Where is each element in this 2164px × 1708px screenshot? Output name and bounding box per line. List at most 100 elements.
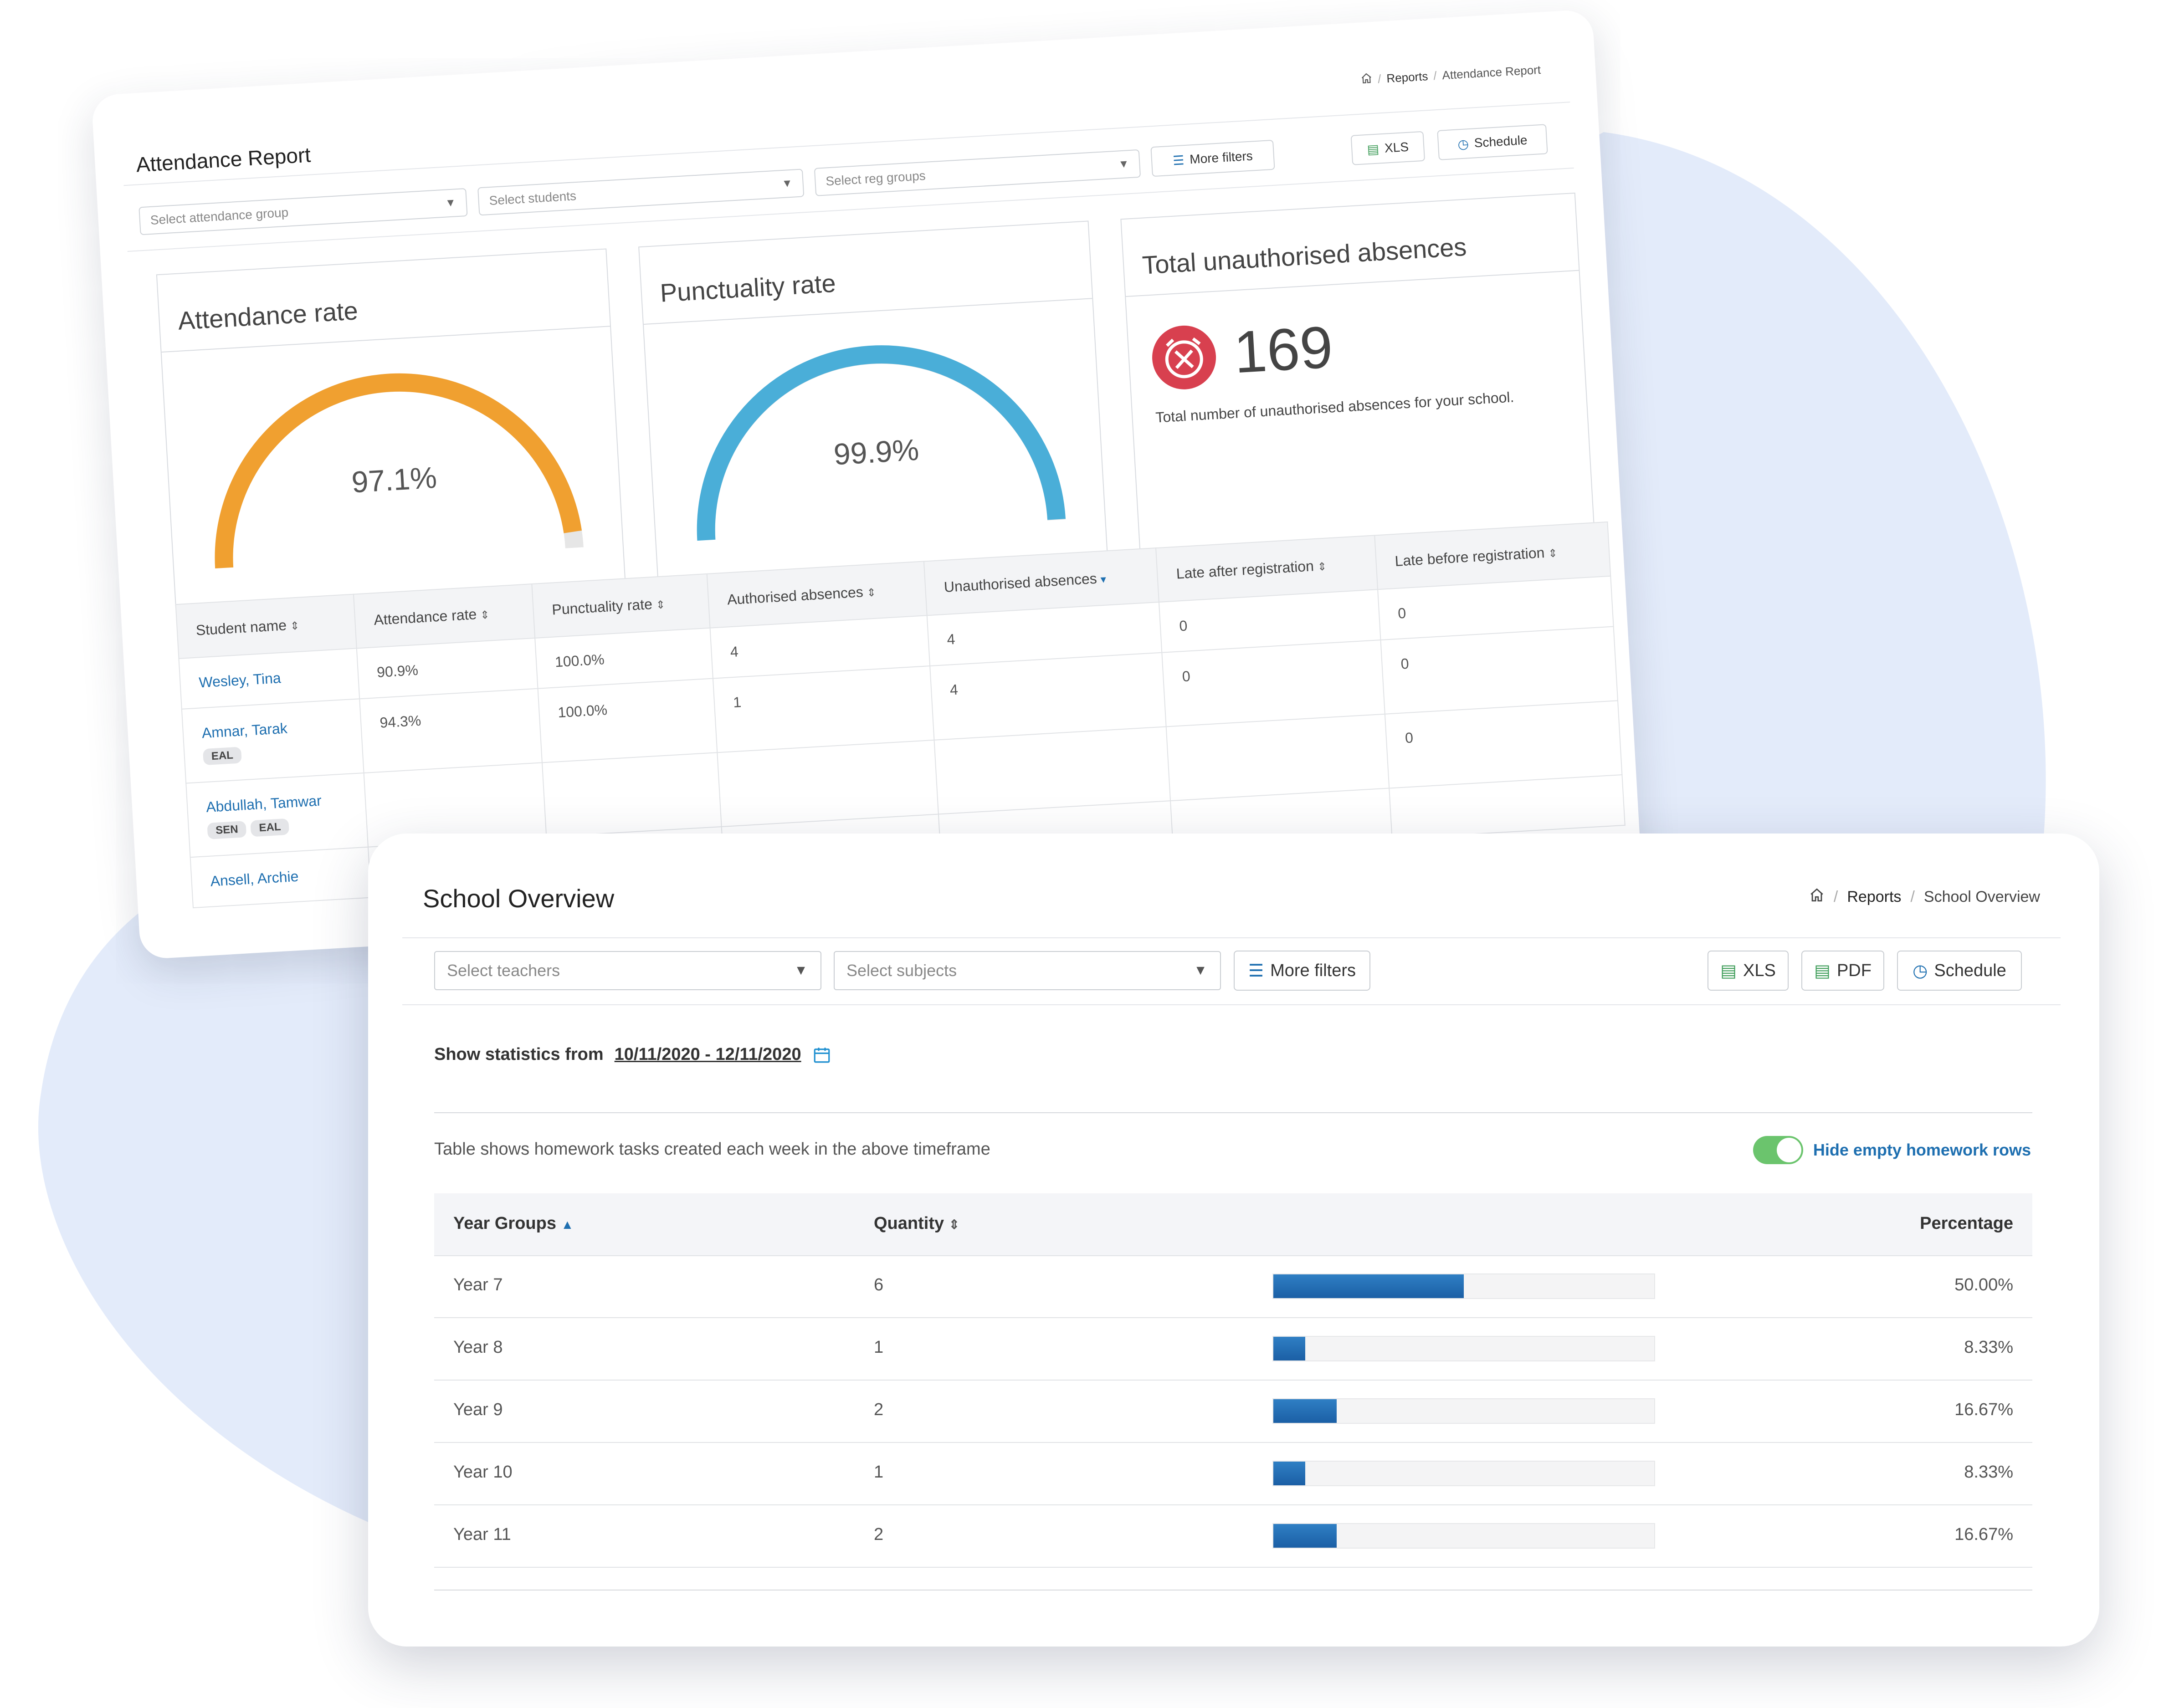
- header-label: Unauthorised absences: [943, 570, 1097, 596]
- header-label: Late before registration: [1394, 544, 1545, 569]
- hide-empty-rows-label[interactable]: Hide empty homework rows: [1813, 1140, 2031, 1160]
- hide-empty-rows-toggle[interactable]: [1753, 1136, 1803, 1164]
- student-name-cell: Amnar, Tarak EAL: [181, 699, 364, 783]
- table-cell: 0: [1162, 640, 1385, 727]
- page-title: Attendance Report: [135, 143, 312, 177]
- breadcrumb-separator: /: [1910, 888, 1915, 905]
- students-placeholder: Select students: [488, 189, 577, 208]
- table-row: Year 9 2 16.67%: [434, 1380, 2032, 1443]
- student-name-link[interactable]: Abdullah, Tamwar: [205, 791, 347, 816]
- eal-badge: EAL: [250, 818, 290, 837]
- year-group-cell: Year 10: [453, 1463, 513, 1482]
- quantity-cell: 6: [874, 1275, 884, 1294]
- attendance-rate-value: 97.1%: [350, 460, 438, 499]
- breadcrumb-current: Attendance Report: [1441, 62, 1541, 82]
- student-name-cell: Abdullah, Tamwar SEN EAL: [186, 772, 369, 858]
- table-row: Year 11 2 16.67%: [434, 1505, 2032, 1568]
- attendance-group-select[interactable]: Select attendance group ▼: [138, 188, 468, 235]
- sort-icon: ⇕: [1548, 547, 1558, 560]
- sort-icon: ⇕: [480, 609, 490, 622]
- student-name-link[interactable]: Ansell, Archie: [190, 847, 371, 908]
- divider: [402, 1004, 2061, 1005]
- toggle-knob: [1776, 1138, 1801, 1162]
- home-icon[interactable]: [1360, 72, 1373, 87]
- header-label: Student name: [195, 617, 287, 639]
- year-group-cell: Year 9: [453, 1400, 503, 1419]
- table-cell: 100.0%: [538, 678, 718, 763]
- alarm-clock-icon: [1150, 323, 1218, 391]
- chevron-down-icon: ▼: [781, 177, 793, 190]
- table-row: Year 8 1 8.33%: [434, 1318, 2032, 1381]
- breadcrumb-current: School Overview: [1923, 888, 2040, 905]
- teachers-select[interactable]: Select teachers ▼: [434, 951, 821, 990]
- percentage-bar-fill: [1273, 1337, 1305, 1360]
- table-cell: [542, 752, 722, 837]
- header-label: Authorised absences: [727, 583, 864, 608]
- unauthorised-absences-title: Total unauthorised absences: [1121, 193, 1579, 297]
- pdf-button[interactable]: ▤ PDF: [1801, 951, 1884, 991]
- xls-label: XLS: [1384, 139, 1409, 155]
- unauthorised-absences-caption: Total number of unauthorised absences fo…: [1155, 389, 1515, 426]
- schedule-button[interactable]: ◷ Schedule: [1897, 951, 2022, 991]
- more-filters-button[interactable]: ☰ More filters: [1234, 951, 1370, 991]
- header-label: Year Groups: [453, 1214, 556, 1233]
- reg-groups-select[interactable]: Select reg groups ▼: [814, 149, 1141, 196]
- student-name-link[interactable]: Amnar, Tarak: [201, 717, 343, 742]
- header-label: Punctuality rate: [551, 595, 653, 618]
- statistics-range: Show statistics from 10/11/2020 - 12/11/…: [434, 1045, 831, 1064]
- breadcrumb-separator: /: [1377, 72, 1382, 86]
- date-range-link[interactable]: 10/11/2020 - 12/11/2020: [615, 1045, 801, 1064]
- more-filters-label: More filters: [1270, 961, 1356, 980]
- table-row: Year 10 1 8.33%: [434, 1442, 2032, 1505]
- more-filters-label: More filters: [1189, 148, 1253, 167]
- column-header-year-groups[interactable]: Year Groups ▲: [453, 1214, 574, 1233]
- quantity-cell: 2: [874, 1400, 884, 1419]
- table-cell: [717, 740, 938, 827]
- table-cell: [1166, 714, 1390, 801]
- table-cell: 4: [929, 652, 1167, 740]
- column-header-percentage: Percentage: [1920, 1214, 2013, 1233]
- percentage-bar-fill: [1273, 1524, 1337, 1548]
- schedule-button[interactable]: ◷ Schedule: [1437, 124, 1548, 160]
- column-header-punctuality-rate[interactable]: Punctuality rate ⇕: [532, 573, 710, 638]
- column-header-attendance-rate[interactable]: Attendance rate ⇕: [354, 584, 535, 649]
- breadcrumb-reports[interactable]: Reports: [1386, 69, 1429, 86]
- year-group-cell: Year 8: [453, 1338, 503, 1357]
- attendance-group-placeholder: Select attendance group: [150, 205, 289, 227]
- sort-icon: ⇕: [949, 1217, 960, 1232]
- sliders-icon: ☰: [1248, 961, 1264, 981]
- breadcrumb-separator: /: [1433, 68, 1437, 83]
- column-header-quantity[interactable]: Quantity ⇕: [874, 1214, 959, 1233]
- percentage-cell: 50.00%: [1954, 1275, 2013, 1294]
- eal-badge: EAL: [202, 747, 242, 766]
- percentage-bar: [1272, 1523, 1655, 1549]
- quantity-cell: 1: [874, 1338, 884, 1357]
- year-group-cell: Year 7: [453, 1275, 503, 1294]
- sort-icon: ⇕: [656, 598, 666, 612]
- percentage-bar: [1272, 1398, 1655, 1424]
- breadcrumb: / Reports / Attendance Report: [1360, 62, 1541, 88]
- excel-file-icon: ▤: [1720, 961, 1737, 981]
- breadcrumb-separator: /: [1833, 888, 1838, 905]
- xls-button[interactable]: ▤ XLS: [1708, 951, 1789, 991]
- breadcrumb-reports[interactable]: Reports: [1847, 888, 1901, 906]
- unauthorised-absences-value: 169: [1232, 313, 1335, 386]
- calendar-icon[interactable]: [812, 1045, 831, 1064]
- sort-icon: ⇕: [290, 619, 300, 633]
- sliders-icon: ☰: [1172, 153, 1185, 168]
- sort-icon: ⇕: [1317, 560, 1327, 573]
- school-overview-card: School Overview / Reports / School Overv…: [368, 834, 2099, 1647]
- home-icon[interactable]: [1809, 887, 1825, 907]
- table-cell: 0: [1385, 701, 1622, 788]
- students-select[interactable]: Select students ▼: [477, 169, 805, 216]
- header-label: Late after registration: [1175, 557, 1314, 582]
- subjects-select[interactable]: Select subjects ▼: [834, 951, 1221, 990]
- attendance-report-card: Attendance Report / Reports / Attendance…: [91, 9, 1642, 960]
- column-header-student-name[interactable]: Student name ⇕: [175, 594, 357, 659]
- percentage-bar-fill: [1273, 1399, 1337, 1423]
- more-filters-button[interactable]: ☰ More filters: [1150, 139, 1275, 177]
- table-description: Table shows homework tasks created each …: [434, 1140, 990, 1159]
- xls-button[interactable]: ▤ XLS: [1350, 131, 1426, 165]
- clock-icon: ◷: [1457, 136, 1469, 151]
- clock-icon: ◷: [1913, 961, 1928, 981]
